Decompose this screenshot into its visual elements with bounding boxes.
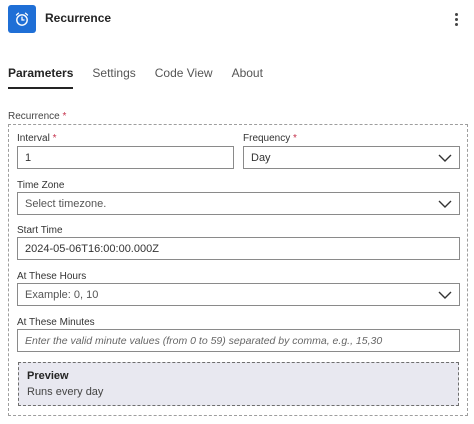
chevron-down-icon	[438, 154, 452, 162]
at-these-hours-label: At These Hours	[17, 271, 87, 282]
at-these-hours-placeholder: Example: 0, 10	[25, 288, 99, 301]
start-time-input[interactable]: 2024-05-06T16:00:00.000Z	[17, 237, 460, 260]
action-title: Recurrence	[45, 11, 112, 25]
time-zone-dropdown[interactable]: Select timezone.	[17, 192, 460, 215]
tab-parameters[interactable]: Parameters	[8, 60, 74, 90]
start-time-label: Start Time	[17, 225, 63, 236]
interval-label-text: Interval	[17, 133, 50, 144]
preview-title: Preview	[27, 370, 69, 382]
interval-input[interactable]: 1	[17, 146, 234, 169]
tab-about[interactable]: About	[232, 60, 263, 90]
required-marker: *	[52, 133, 57, 144]
at-these-hours-dropdown[interactable]: Example: 0, 10	[17, 283, 460, 306]
recurrence-label: Recurrence *	[8, 111, 66, 122]
header-bar: Recurrence	[0, 0, 474, 40]
interval-label: Interval *	[17, 133, 56, 144]
time-zone-label: Time Zone	[17, 180, 65, 191]
tab-code-view[interactable]: Code View	[155, 60, 213, 90]
frequency-label-text: Frequency	[243, 133, 291, 144]
frequency-value: Day	[251, 151, 271, 164]
frequency-dropdown[interactable]: Day	[243, 146, 460, 169]
recurrence-label-text: Recurrence	[8, 111, 60, 122]
tab-bar: Parameters Settings Code View About	[8, 60, 282, 90]
more-options-icon[interactable]	[448, 9, 464, 29]
preview-panel: Preview Runs every day	[18, 362, 459, 406]
alarm-clock-icon	[8, 5, 36, 33]
chevron-down-icon	[438, 200, 452, 208]
recurrence-group: Interval * 1 Frequency * Day Time Zone S…	[8, 124, 468, 416]
time-zone-placeholder: Select timezone.	[25, 197, 107, 210]
at-these-minutes-input[interactable]: Enter the valid minute values (from 0 to…	[17, 329, 460, 352]
required-marker: *	[62, 111, 67, 122]
frequency-label: Frequency *	[243, 133, 297, 144]
chevron-down-icon	[438, 291, 452, 299]
at-these-minutes-label: At These Minutes	[17, 317, 95, 328]
preview-text: Runs every day	[27, 386, 104, 398]
required-marker: *	[293, 133, 297, 144]
tab-settings[interactable]: Settings	[92, 60, 135, 90]
